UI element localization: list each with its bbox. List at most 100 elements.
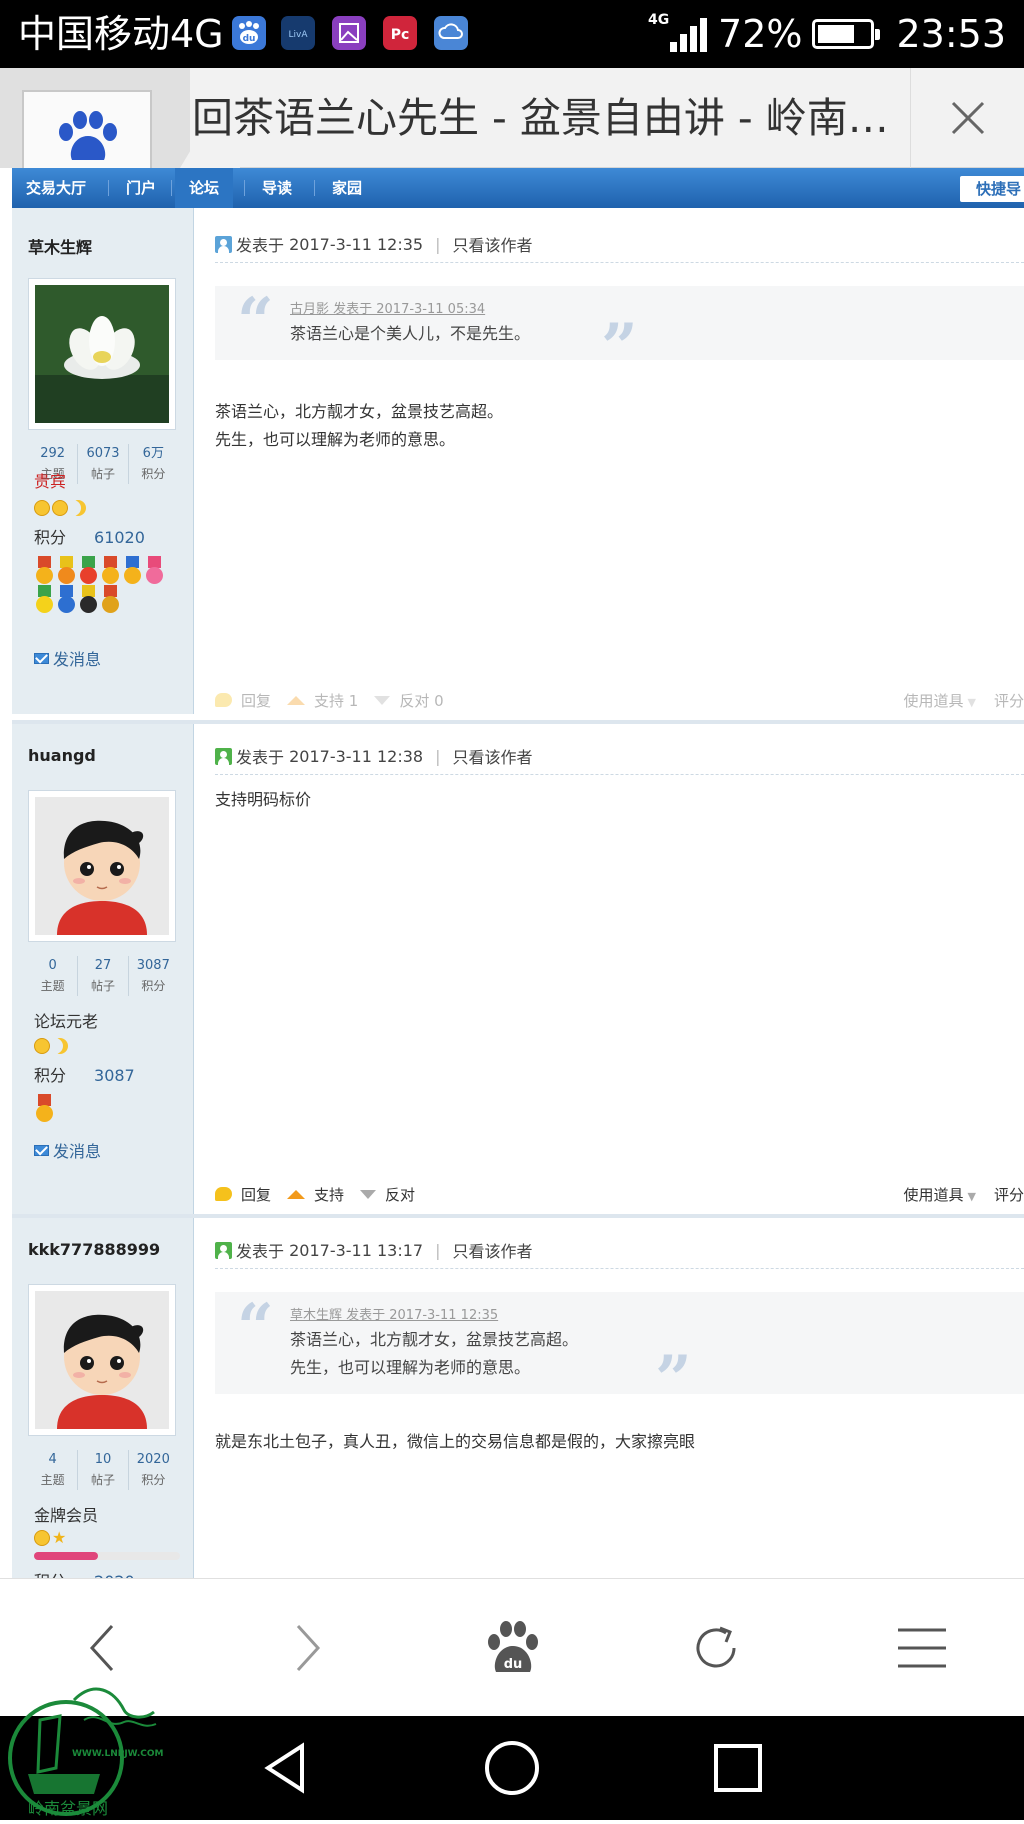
- browser-title-bar: 回茶语兰心先生 - 盆景自由讲 - 岭南…: [0, 68, 1024, 168]
- medal-icon: [144, 556, 165, 584]
- envelope-icon: [34, 652, 49, 664]
- close-icon: [951, 101, 984, 135]
- stat-posts[interactable]: 6073 帖子: [78, 444, 129, 484]
- avatar[interactable]: [28, 790, 176, 942]
- arrow-up-icon: [287, 695, 306, 705]
- quote-reference-link[interactable]: 古月影 发表于 2017-3-11 05:34: [290, 298, 485, 317]
- user-rank: 贵宾: [34, 472, 67, 491]
- svg-text:LivA: LivA: [289, 30, 309, 40]
- rank-stars: ★: [34, 1530, 68, 1546]
- medal-list: [34, 556, 184, 613]
- rate-button[interactable]: 评分: [994, 1184, 1024, 1205]
- support-button[interactable]: 支持 1: [287, 690, 358, 711]
- sun-icon: [34, 1038, 50, 1054]
- stat-topics[interactable]: 4 主题: [28, 1450, 79, 1490]
- reply-icon: [215, 1187, 232, 1201]
- send-message-link[interactable]: 发消息: [34, 1138, 101, 1162]
- baidu-home-button[interactable]: du: [442, 1579, 582, 1717]
- points-row: 积分 3087: [34, 1066, 135, 1085]
- nav-home[interactable]: 家园: [318, 168, 376, 208]
- user-rank: 金牌会员: [34, 1506, 99, 1525]
- clock: 23:53: [896, 12, 1006, 56]
- author-only-link[interactable]: 只看该作者: [453, 1238, 533, 1262]
- avatar[interactable]: [28, 1284, 176, 1436]
- author-only-link[interactable]: 只看该作者: [453, 744, 533, 768]
- close-quote-icon: ”: [601, 310, 638, 385]
- baidu-icon: du: [232, 16, 266, 50]
- sun-icon: [34, 1530, 50, 1546]
- quote-text: 茶语兰心是个美人儿，不是先生。: [290, 324, 531, 343]
- post-main: 发表于 2017-3-11 13:17 | 只看该作者 “ 草木生辉 发表于 2…: [215, 1218, 1024, 1578]
- refresh-button[interactable]: [646, 1579, 786, 1717]
- rank-stars: [34, 500, 86, 516]
- divider: [215, 1268, 1024, 1269]
- system-recents-button[interactable]: [658, 1716, 818, 1820]
- stat-points[interactable]: 6万 积分: [129, 444, 178, 484]
- points-row: 积分2020: [34, 1568, 135, 1578]
- reply-button[interactable]: 回复: [215, 690, 271, 711]
- user-rank: 论坛元老: [34, 1012, 99, 1031]
- battery-icon: [812, 19, 881, 49]
- nav-guide[interactable]: 导读: [248, 168, 306, 208]
- forward-icon: [296, 1624, 321, 1672]
- stat-posts[interactable]: 27 帖子: [78, 956, 129, 996]
- author-name[interactable]: kkk777888999: [28, 1240, 160, 1259]
- stat-topics[interactable]: 0 主题: [28, 956, 79, 996]
- forward-button[interactable]: [238, 1579, 378, 1717]
- points-row: 积分 61020: [34, 528, 145, 547]
- quote-text: 茶语兰心，北方靓才女，盆景技艺高超。: [290, 1330, 579, 1349]
- svg-text:WWW.LNPJW.COM: WWW.LNPJW.COM: [72, 1749, 164, 1759]
- level-progress-bar: [34, 1552, 180, 1560]
- menu-button[interactable]: [852, 1579, 992, 1717]
- post-meta: 发表于 2017-3-11 12:38 | 只看该作者: [215, 744, 533, 768]
- baidu-paw-icon: [22, 90, 152, 168]
- support-button[interactable]: 支持: [287, 1184, 344, 1205]
- send-message-link[interactable]: 发消息: [34, 646, 101, 670]
- medal-icon: [100, 585, 121, 613]
- nav-portal[interactable]: 门户: [112, 168, 170, 208]
- system-home-button[interactable]: [432, 1716, 592, 1820]
- author-name[interactable]: 草木生辉: [28, 234, 92, 258]
- quick-nav-button[interactable]: 快捷导: [960, 176, 1024, 202]
- stat-points[interactable]: 2020 积分: [129, 1450, 178, 1490]
- post-main: 发表于 2017-3-11 12:35 | 只看该作者 “ 古月影 发表于 20…: [215, 208, 1024, 714]
- rate-button[interactable]: 评分: [994, 690, 1024, 711]
- avatar[interactable]: [28, 278, 176, 430]
- nav-trade-hall[interactable]: 交易大厅: [12, 168, 100, 208]
- gallery-icon: [332, 16, 366, 50]
- browser-tab-favicon-area[interactable]: [0, 68, 240, 168]
- cartoon-boy-avatar: [35, 1291, 169, 1429]
- author-only-link[interactable]: 只看该作者: [453, 232, 533, 256]
- moon-icon: [70, 500, 86, 516]
- post-timestamp: 2017-3-11 12:38: [289, 746, 424, 766]
- author-name[interactable]: huangd: [28, 746, 96, 765]
- reply-icon: [215, 693, 232, 707]
- quote-reference-link[interactable]: 草木生辉 发表于 2017-3-11 12:35: [290, 1304, 498, 1323]
- author-sidebar: kkk777888999 4 主题 10 帖子 2020 积分 金牌会员 ★: [12, 1218, 194, 1578]
- medal-icon: [100, 556, 121, 584]
- nav-forum[interactable]: 论坛: [175, 168, 234, 208]
- site-watermark-logo: WWW.LNPJW.COM 岭南盆景网: [4, 1650, 174, 1820]
- oppose-button[interactable]: 反对 0: [374, 690, 444, 711]
- author-stats: 4 主题 10 帖子 2020 积分: [28, 1450, 178, 1490]
- quote-text: 先生，也可以理解为老师的意思。: [290, 1358, 531, 1377]
- reply-button[interactable]: 回复: [215, 1184, 271, 1205]
- use-tools-dropdown[interactable]: 使用道具 ▼: [904, 690, 976, 711]
- post-meta: 发表于 2017-3-11 13:17 | 只看该作者: [215, 1238, 533, 1262]
- medal-icon: [56, 556, 77, 584]
- svg-text:du: du: [243, 34, 256, 44]
- stat-points[interactable]: 3087 积分: [129, 956, 178, 996]
- post-2: huangd 0 主题 27 帖子 3087 积分 论坛元老 积分 3087 发…: [12, 724, 1024, 1214]
- forum-nav: 交易大厅 门户 论坛 导读 家园 快捷导: [12, 168, 1024, 208]
- close-tab-button[interactable]: [910, 68, 1024, 168]
- envelope-icon: [34, 1144, 49, 1156]
- arrow-down-icon: [374, 695, 391, 705]
- medal-icon: [56, 585, 77, 613]
- oppose-button[interactable]: 反对: [360, 1184, 415, 1205]
- system-back-button[interactable]: [206, 1716, 366, 1820]
- post-timestamp: 2017-3-11 13:17: [289, 1240, 424, 1260]
- sun-icon: [52, 500, 68, 516]
- stat-posts[interactable]: 10 帖子: [78, 1450, 129, 1490]
- home-circle-icon: [485, 1741, 539, 1795]
- use-tools-dropdown[interactable]: 使用道具 ▼: [904, 1184, 976, 1205]
